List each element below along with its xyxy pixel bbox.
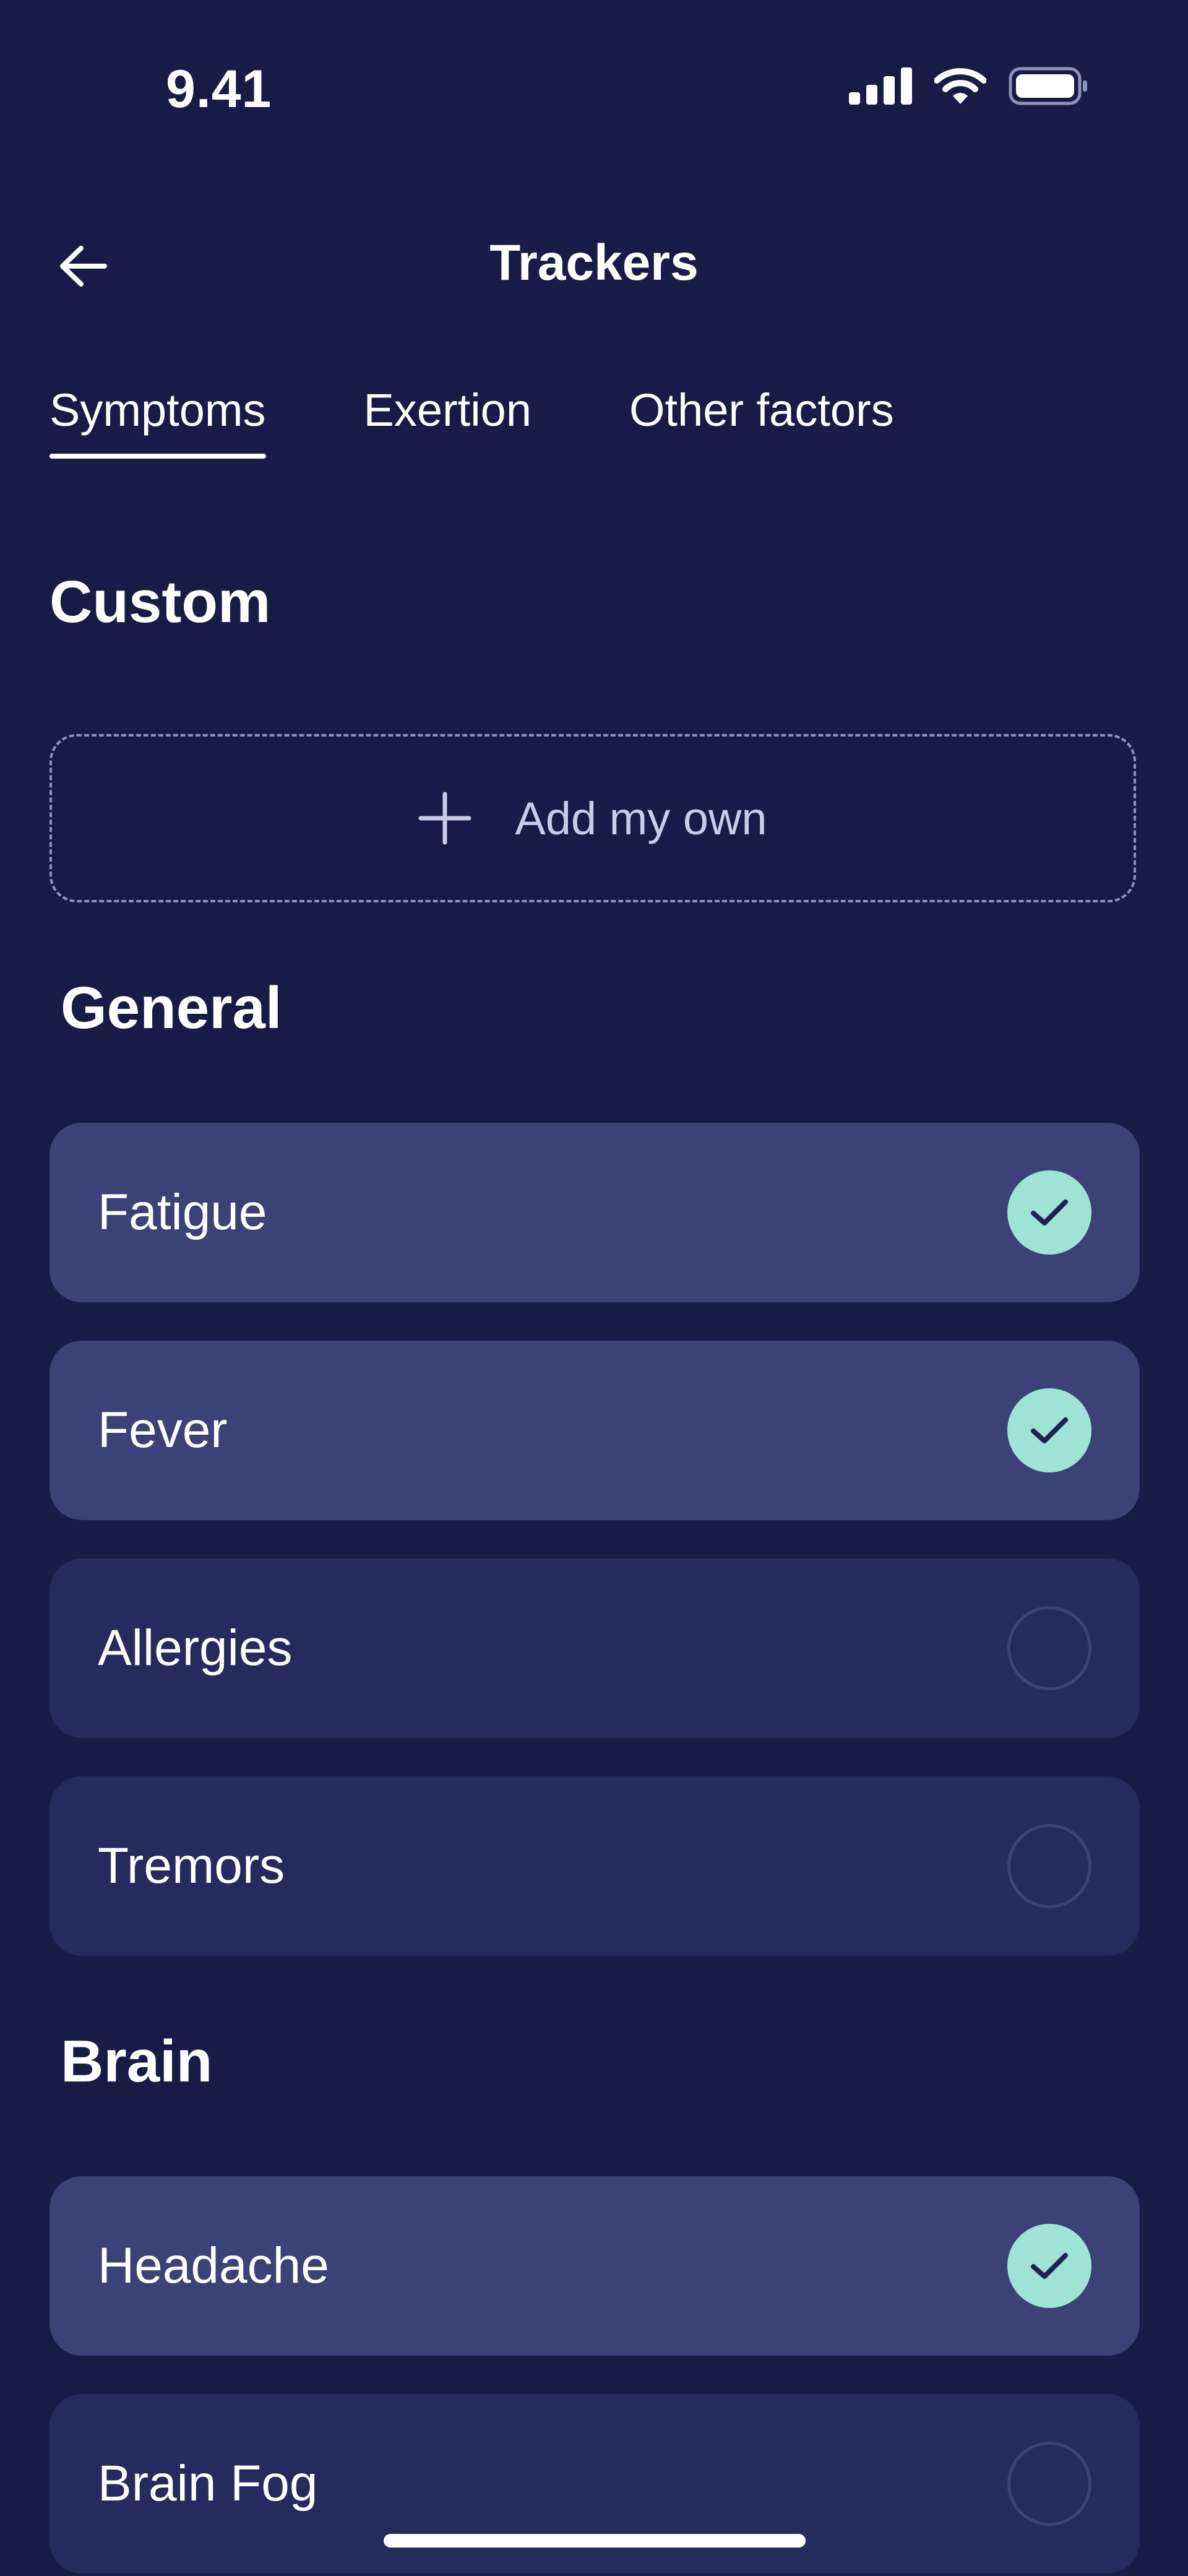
unchecked-circle-icon[interactable] xyxy=(1007,2442,1091,2526)
tracker-item-label: Fever xyxy=(98,1402,228,1458)
home-indicator xyxy=(384,2534,806,2548)
status-icons xyxy=(849,67,1089,105)
battery-icon xyxy=(1009,67,1089,105)
signal-icon xyxy=(849,67,912,105)
tracker-item-label: Headache xyxy=(98,2237,329,2294)
tab-other-factors[interactable]: Other factors xyxy=(629,384,894,459)
status-time: 9.41 xyxy=(166,59,272,119)
checked-icon[interactable] xyxy=(1007,1170,1091,1255)
section-title-custom: Custom xyxy=(50,569,271,635)
checked-icon[interactable] xyxy=(1007,2224,1091,2308)
add-my-own-label: Add my own xyxy=(515,792,767,844)
wifi-icon xyxy=(934,67,986,105)
tracker-item-fever[interactable]: Fever xyxy=(50,1341,1140,1520)
tracker-item-label: Tremors xyxy=(98,1838,285,1894)
tracker-item-fatigue[interactable]: Fatigue xyxy=(50,1123,1140,1302)
section-title-general: General xyxy=(61,975,282,1041)
tracker-item-label: Brain Fog xyxy=(98,2455,318,2512)
section-title-brain: Brain xyxy=(61,2028,213,2094)
tracker-item-label: Fatigue xyxy=(98,1184,267,1240)
nav-header: Trackers xyxy=(0,210,1188,322)
tracker-item-headache[interactable]: Headache xyxy=(50,2176,1140,2356)
unchecked-circle-icon[interactable] xyxy=(1007,1824,1091,1908)
status-bar: 9.41 xyxy=(0,0,1188,173)
checked-icon[interactable] xyxy=(1007,1388,1091,1472)
tab-exertion[interactable]: Exertion xyxy=(364,384,532,459)
tab-symptoms[interactable]: Symptoms xyxy=(50,384,266,459)
unchecked-circle-icon[interactable] xyxy=(1007,1606,1091,1690)
tracker-item-tremors[interactable]: Tremors xyxy=(50,1776,1140,1956)
tracker-item-allergies[interactable]: Allergies xyxy=(50,1558,1140,1738)
add-my-own-button[interactable]: Add my own xyxy=(50,734,1136,902)
tracker-item-label: Allergies xyxy=(98,1620,293,1676)
page-title: Trackers xyxy=(489,235,699,291)
plus-icon xyxy=(418,792,471,845)
tab-bar: Symptoms Exertion Other factors xyxy=(50,384,894,459)
